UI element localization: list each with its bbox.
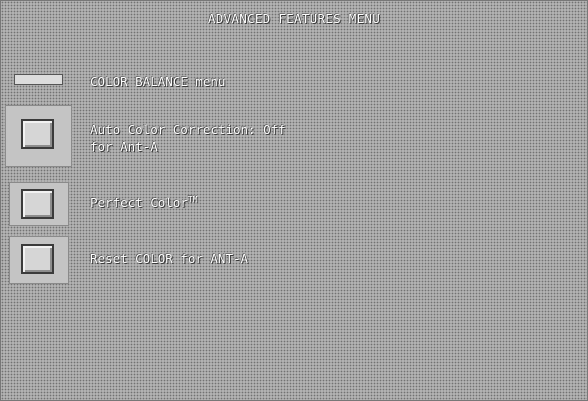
color-balance-menu-indicator[interactable]: [14, 74, 63, 85]
menu-title: ADVANCED FEATURES MENU: [207, 11, 381, 26]
perfect-color-text: Perfect Color: [90, 195, 188, 211]
trademark-mark: TM: [187, 195, 198, 204]
auto-color-correction-label[interactable]: Auto Color Correction: Off: [90, 121, 286, 138]
perfect-color-button[interactable]: [21, 189, 54, 219]
perfect-color-label[interactable]: Perfect ColorTM: [90, 191, 197, 211]
color-balance-menu-label[interactable]: COLOR BALANCE menu: [90, 73, 225, 90]
auto-color-correction-label-line2: for Ant-A: [90, 139, 158, 154]
reset-color-label[interactable]: Reset COLOR for ANT-A: [90, 250, 248, 267]
advanced-features-screen: ADVANCED FEATURES MENU COLOR BALANCE men…: [0, 0, 588, 401]
reset-color-button[interactable]: [21, 244, 54, 274]
auto-color-correction-button[interactable]: [21, 119, 54, 149]
